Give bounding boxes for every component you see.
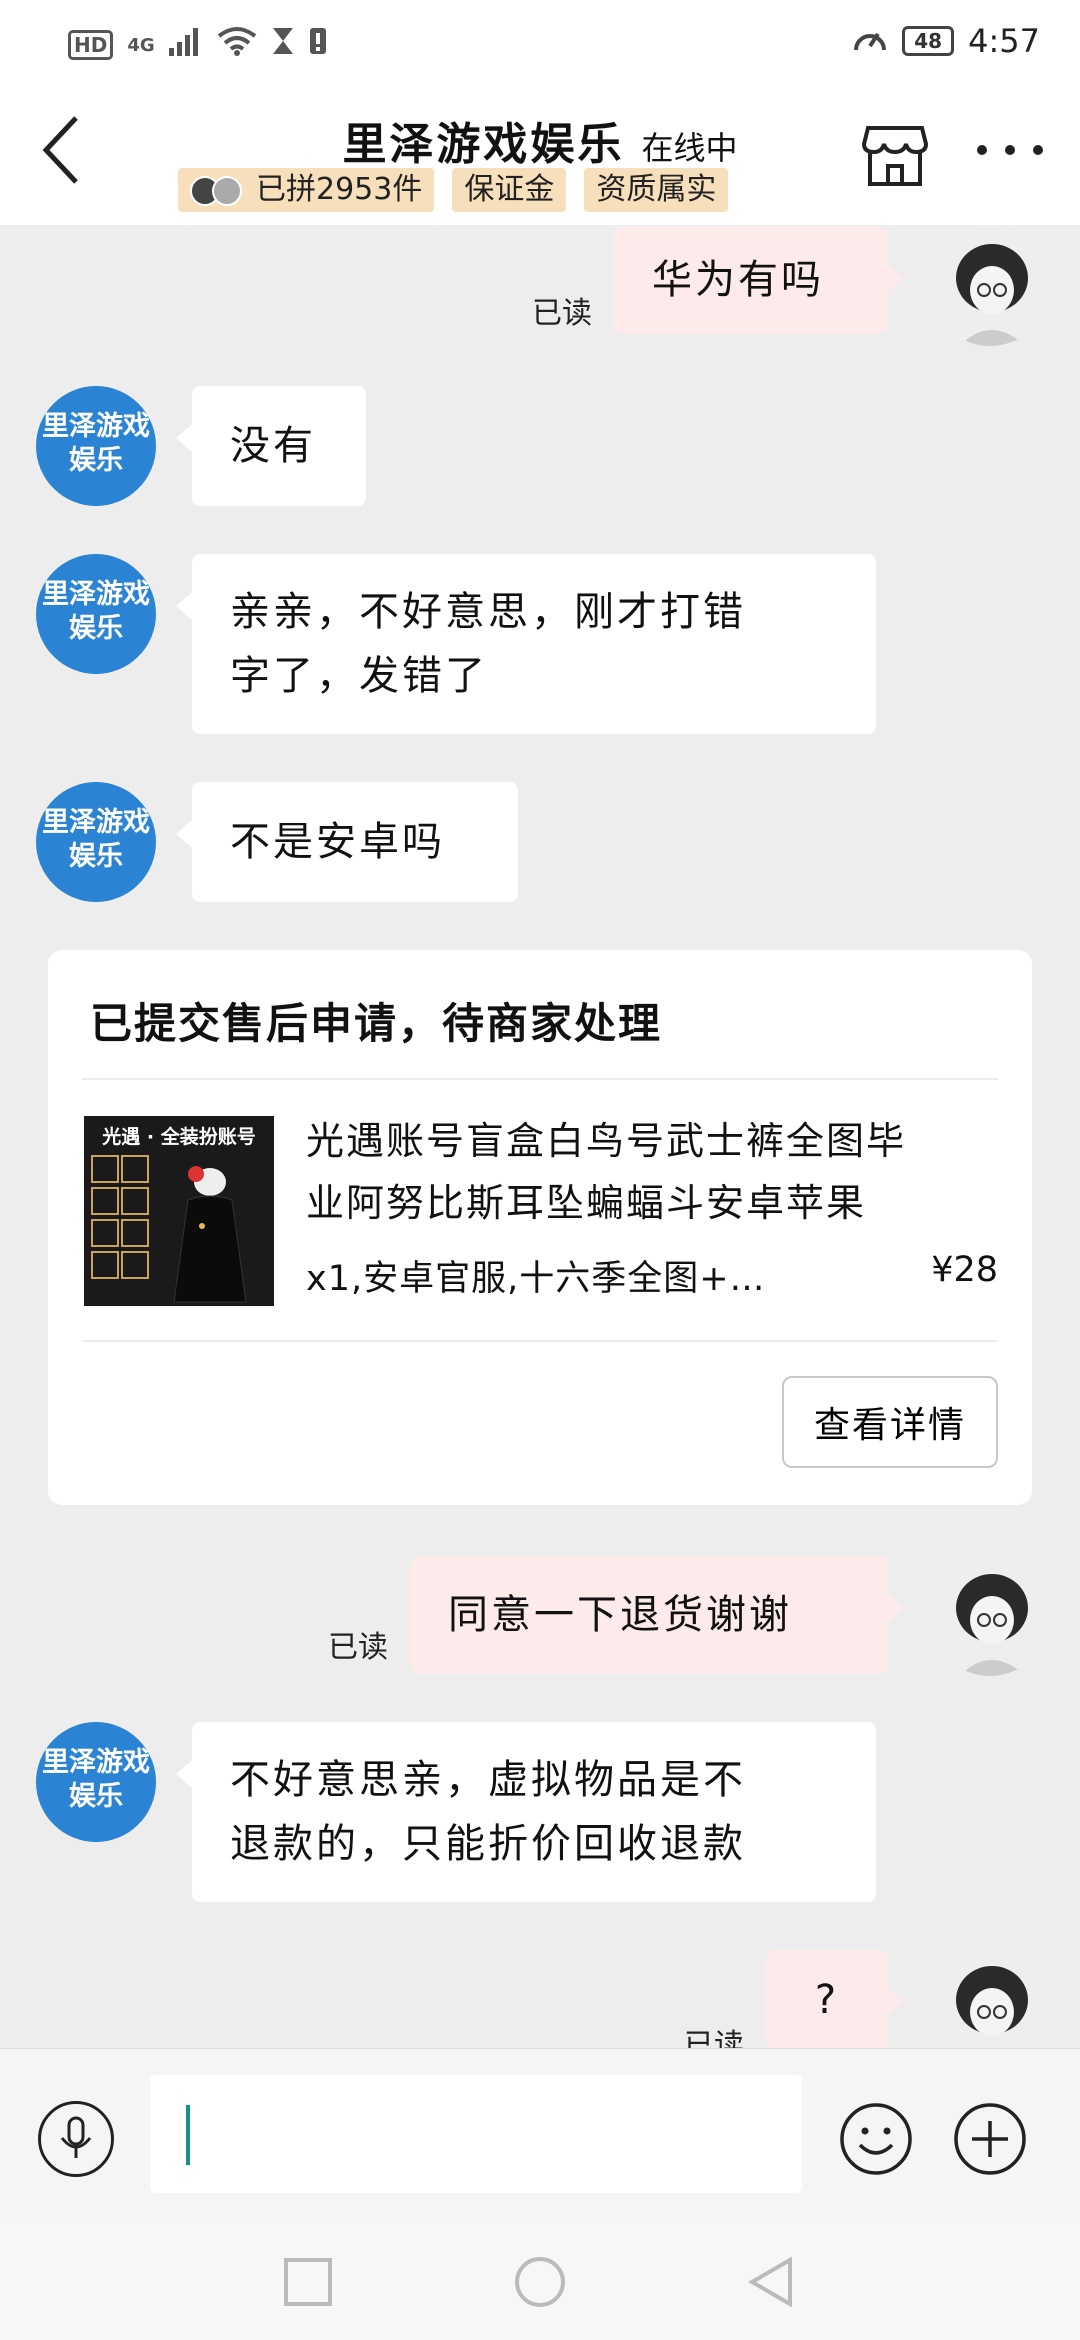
home-button[interactable]: [512, 2254, 568, 2310]
online-status: 在线中: [641, 129, 738, 167]
shop-avatar[interactable]: 里泽游戏 娱乐: [36, 386, 156, 506]
product-name-line: 业阿努比斯耳坠蝙蝠斗安卓苹果: [306, 1181, 867, 1225]
clock: 4:57: [968, 22, 1040, 60]
voice-button[interactable]: [38, 2101, 114, 2177]
message-bubble-sent[interactable]: ?: [766, 1950, 904, 2050]
message-text: ?: [814, 1977, 840, 2023]
network-type: 4G: [127, 34, 155, 56]
message-text: 华为有吗: [652, 257, 824, 303]
message-text: 不是安卓吗: [230, 819, 445, 865]
more-dots-icon: [977, 145, 1043, 155]
circle-icon: [515, 2257, 565, 2307]
message-bubble-received[interactable]: 没有: [176, 386, 366, 506]
signal-icon: [168, 26, 203, 64]
emoji-button[interactable]: [838, 2101, 914, 2177]
microphone-icon: [60, 2116, 92, 2158]
order-card[interactable]: 已提交售后申请，待商家处理 光遇 · 全装扮账号 光遇账号盲盒白鸟号武士裤全图毕…: [48, 950, 1032, 1505]
hourglass-icon: [271, 26, 295, 64]
plus-button[interactable]: [952, 2101, 1028, 2177]
badge-sold-count[interactable]: 已拼2953件: [178, 168, 435, 212]
order-status-title: 已提交售后申请，待商家处理: [90, 999, 663, 1048]
product-name-line: 光遇账号盲盒白鸟号武士裤全图毕: [306, 1119, 907, 1163]
plus-circle-icon: [954, 2103, 1026, 2175]
product-thumbnail[interactable]: 光遇 · 全装扮账号: [84, 1116, 274, 1306]
wifi-icon: [217, 26, 257, 64]
battery-icon: 48: [902, 26, 955, 56]
message-text-line: 字了，发错了: [230, 653, 488, 699]
divider: [82, 1340, 998, 1342]
message-bubble-sent[interactable]: 同意一下退货谢谢: [410, 1556, 904, 1674]
chat-header: 里泽游戏娱乐 在线中 已拼2953件 保证金 资质属实: [0, 90, 1080, 225]
back-nav-button[interactable]: [744, 2254, 800, 2310]
buyer-avatars: [190, 174, 250, 208]
message-text-line: 不好意思亲，虚拟物品是不: [230, 1757, 746, 1803]
badge-deposit[interactable]: 保证金: [452, 168, 567, 212]
alert-icon: [309, 26, 327, 64]
message-bubble-received[interactable]: 不好意思亲，虚拟物品是不 退款的，只能折价回收退款: [176, 1722, 876, 1902]
message-bubble-received[interactable]: 不是安卓吗: [176, 782, 518, 902]
product-image: [91, 1155, 247, 1303]
user-avatar-image: [930, 226, 1050, 346]
message-input[interactable]: [150, 2075, 802, 2193]
view-details-button[interactable]: 查看详情: [782, 1376, 998, 1468]
status-bar: HD 4G 48 4:57: [0, 0, 1080, 90]
user-avatar-image: [930, 1556, 1050, 1676]
divider: [82, 1078, 998, 1080]
message-text-line: 亲亲，不好意思，刚才打错: [230, 589, 746, 635]
shop-name[interactable]: 里泽游戏娱乐: [342, 119, 624, 170]
message-text: 没有: [230, 423, 316, 469]
user-avatar[interactable]: [930, 226, 1050, 346]
system-nav-bar: [0, 2218, 1080, 2340]
shop-avatar[interactable]: 里泽游戏 娱乐: [36, 782, 156, 902]
badge-sold-label: 已拼2953件: [256, 172, 423, 207]
product-price: ¥28: [931, 1250, 998, 1290]
message-text-line: 退款的，只能折价回收退款: [230, 1821, 746, 1867]
smiley-icon: [840, 2103, 912, 2175]
message-bubble-sent[interactable]: 华为有吗: [614, 226, 904, 334]
message-bubble-received[interactable]: 亲亲，不好意思，刚才打错 字了，发错了: [176, 554, 876, 734]
message-text: 同意一下退货谢谢: [448, 1592, 792, 1638]
status-left: HD 4G: [68, 26, 327, 64]
shop-avatar[interactable]: 里泽游戏 娱乐: [36, 1722, 156, 1842]
store-icon: [861, 126, 929, 186]
shop-avatar[interactable]: 里泽游戏 娱乐: [36, 554, 156, 674]
more-button[interactable]: [970, 130, 1050, 170]
triangle-back-icon: [748, 2256, 792, 2308]
shop-badges: 已拼2953件 保证金 资质属实: [178, 168, 729, 212]
speed-icon: [852, 24, 888, 58]
read-receipt: 已读: [532, 296, 592, 331]
read-receipt: 已读: [328, 1630, 388, 1665]
store-button[interactable]: [860, 120, 930, 190]
product-spec: x1,安卓官服,十六季全图+…: [306, 1259, 766, 1299]
square-icon: [284, 2258, 332, 2306]
user-avatar[interactable]: [930, 1556, 1050, 1676]
status-right: 48 4:57: [852, 22, 1040, 60]
hd-indicator: HD: [68, 30, 114, 60]
badge-verified[interactable]: 资质属实: [584, 168, 729, 212]
product-name[interactable]: 光遇账号盲盒白鸟号武士裤全图毕 业阿努比斯耳坠蝙蝠斗安卓苹果: [306, 1110, 1006, 1234]
recents-button[interactable]: [280, 2254, 336, 2310]
input-bar: [0, 2048, 1080, 2218]
text-caret: [186, 2105, 190, 2165]
